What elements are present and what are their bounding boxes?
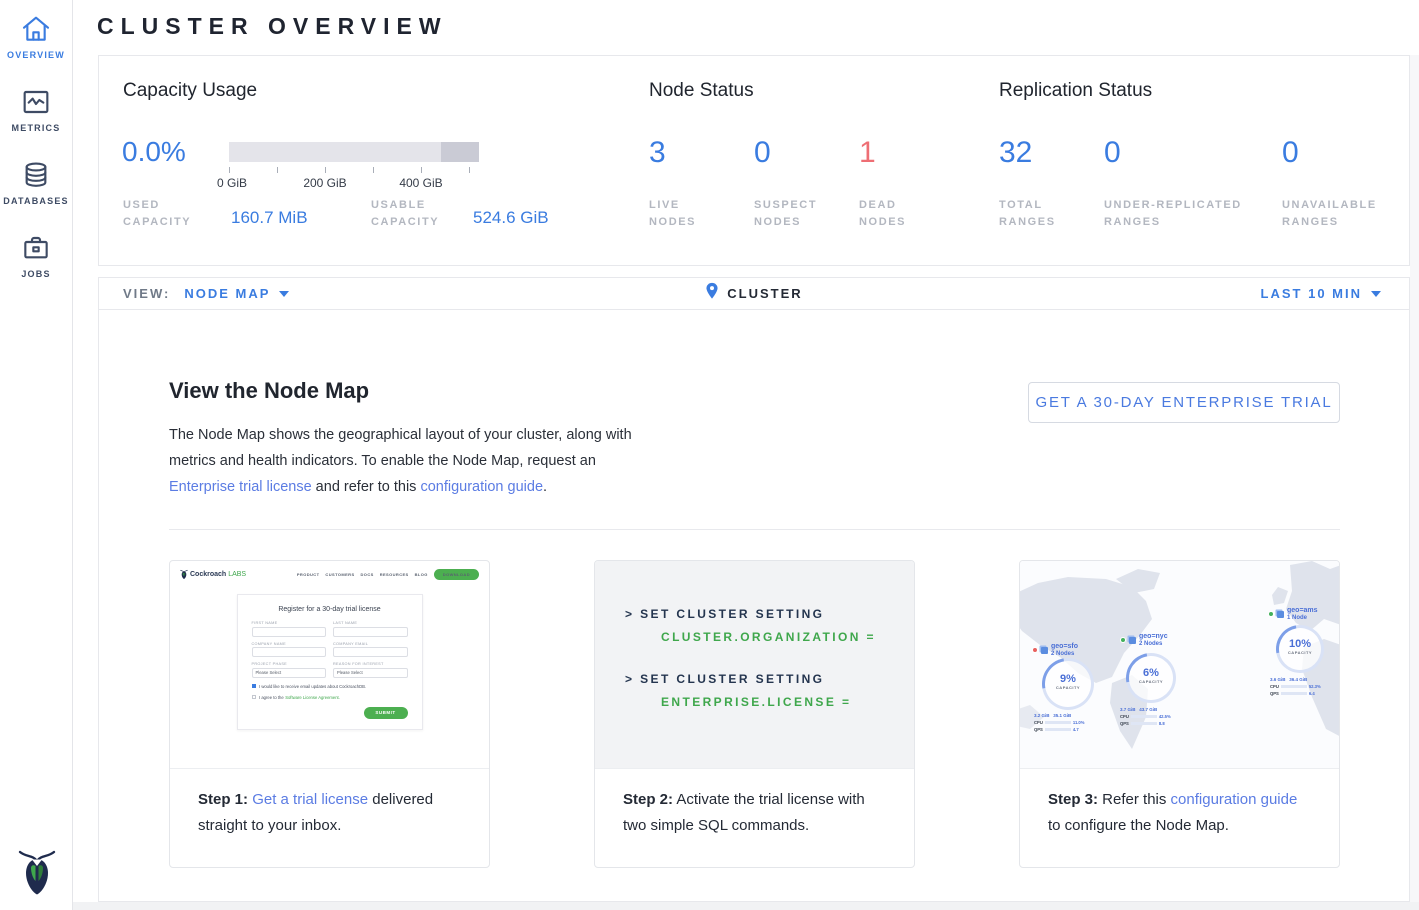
- under-replicated-ranges-label: UNDER-REPLICATED RANGES: [1104, 197, 1269, 231]
- unavailable-ranges-label: UNAVAILABLE RANGES: [1282, 197, 1402, 231]
- capacity-usage-title: Capacity Usage: [123, 80, 257, 102]
- step1-card: CockroachLABS PRODUCT CUSTOMERS DOCS RES…: [169, 560, 490, 868]
- sidebar-item-label: OVERVIEW: [0, 50, 73, 60]
- total-ranges-value: 32: [999, 136, 1032, 170]
- sql-prompt-line: > SET CLUSTER SETTING: [625, 672, 914, 686]
- sidebar-item-databases[interactable]: DATABASES: [0, 159, 73, 206]
- node-status-dot-green: [1268, 611, 1274, 617]
- gauge-tick-label-200: 200 GiB: [303, 176, 346, 190]
- get-enterprise-trial-button[interactable]: GET A 30-DAY ENTERPRISE TRIAL: [1028, 382, 1340, 423]
- mini-submit-button: SUBMIT: [364, 707, 408, 719]
- capacity-gauge: [229, 142, 479, 162]
- map-region-sfo: geo=sfo2 Nodes: [1032, 643, 1078, 657]
- databases-icon: [20, 159, 52, 191]
- step3-caption: Step 3: Refer this configuration guide t…: [1020, 769, 1339, 839]
- sidebar-item-label: JOBS: [0, 269, 73, 279]
- map-region-nyc: geo=nyc2 Nodes: [1120, 633, 1168, 647]
- sidebar-item-jobs[interactable]: JOBS: [0, 232, 73, 279]
- dead-nodes-label: DEAD NODES: [859, 197, 929, 231]
- view-label: VIEW:: [123, 286, 170, 301]
- chevron-down-icon: [1371, 291, 1381, 297]
- node-status-dot-green: [1120, 637, 1126, 643]
- suspect-nodes-label: SUSPECT NODES: [754, 197, 839, 231]
- mini-trial-form: Register for a 30-day trial license FIRS…: [237, 594, 423, 730]
- time-range-dropdown[interactable]: LAST 10 MIN: [1261, 286, 1409, 301]
- configuration-guide-link-step3[interactable]: configuration guide: [1171, 791, 1298, 808]
- suspect-nodes-value: 0: [754, 136, 771, 170]
- view-bar: VIEW: NODE MAP CLUSTER LAST 10 MIN: [98, 277, 1410, 310]
- node-cube-icon: [1041, 647, 1048, 654]
- jobs-icon: [20, 232, 52, 264]
- node-status-dot-red: [1032, 647, 1038, 653]
- enterprise-trial-license-link[interactable]: Enterprise trial license: [169, 479, 312, 495]
- configuration-guide-link[interactable]: configuration guide: [420, 479, 543, 495]
- live-nodes-label: LIVE NODES: [649, 197, 719, 231]
- step3-card: geo=sfo2 Nodes 9% CAPACITY 3.2 GiB 35.1 …: [1019, 560, 1340, 868]
- get-trial-license-link[interactable]: Get a trial license: [252, 791, 368, 808]
- mini-site-nav: PRODUCT CUSTOMERS DOCS RESOURCES BLOG DO…: [297, 569, 479, 580]
- replication-status-title: Replication Status: [999, 80, 1152, 102]
- cockroach-labs-mini-logo: CockroachLABS: [180, 569, 246, 580]
- step1-thumbnail: CockroachLABS PRODUCT CUSTOMERS DOCS RES…: [170, 561, 489, 769]
- gauge-tick-label-0: 0 GiB: [217, 176, 247, 190]
- unavailable-ranges-value: 0: [1282, 136, 1299, 170]
- cockroach-logo: [0, 849, 73, 897]
- map-region-ams: geo=ams1 Node: [1268, 607, 1318, 621]
- step2-caption: Step 2: Activate the trial license with …: [595, 769, 914, 839]
- sidebar-item-label: DATABASES: [0, 196, 73, 206]
- node-map-heading: View the Node Map: [169, 378, 369, 404]
- used-capacity-label: USED CAPACITY: [123, 197, 213, 231]
- sidebar-item-metrics[interactable]: METRICS: [0, 86, 73, 133]
- gauge-tick-label-400: 400 GiB: [399, 176, 442, 190]
- used-capacity-value: 160.7 MiB: [231, 208, 308, 228]
- capacity-gauge-reserved-segment: [441, 142, 479, 162]
- sql-setting-line: ENTERPRISE.LICENSE =: [661, 695, 914, 709]
- location-pin-icon: [705, 282, 719, 305]
- node-map-description: The Node Map shows the geographical layo…: [169, 422, 637, 500]
- live-nodes-value: 3: [649, 136, 666, 170]
- metrics-icon: [20, 86, 52, 118]
- bottom-scroll-strip: [73, 902, 1419, 910]
- capacity-used-percent: 0.0%: [122, 136, 186, 168]
- sql-prompt-line: > SET CLUSTER SETTING: [625, 607, 914, 621]
- sidebar-item-overview[interactable]: OVERVIEW: [0, 13, 73, 60]
- section-divider: [169, 529, 1340, 530]
- sql-setting-line: CLUSTER.ORGANIZATION =: [661, 630, 914, 644]
- usable-capacity-label: USABLE CAPACITY: [371, 197, 461, 231]
- node-cube-icon: [1129, 637, 1136, 644]
- node-cube-icon: [1277, 611, 1284, 618]
- page-title: CLUSTER OVERVIEW: [97, 13, 448, 40]
- total-ranges-label: TOTAL RANGES: [999, 197, 1069, 231]
- home-icon: [20, 13, 52, 45]
- chevron-down-icon: [279, 291, 289, 297]
- view-selector-dropdown[interactable]: NODE MAP: [184, 286, 289, 301]
- page-gutter: [1410, 55, 1419, 902]
- breadcrumb-cluster: CLUSTER: [727, 286, 802, 301]
- sidebar: OVERVIEW METRICS DATABASES JOBS: [0, 0, 73, 910]
- step2-card: > SET CLUSTER SETTING CLUSTER.ORGANIZATI…: [594, 560, 915, 868]
- mini-download-button: DOWNLOAD: [434, 569, 479, 580]
- step1-caption: Step 1: Get a trial license delivered st…: [170, 769, 489, 839]
- cluster-summary-panel: Capacity Usage 0.0% 0 GiB 200 GiB 400 Gi…: [98, 55, 1410, 266]
- step3-thumbnail: geo=sfo2 Nodes 9% CAPACITY 3.2 GiB 35.1 …: [1020, 561, 1339, 769]
- step2-thumbnail: > SET CLUSTER SETTING CLUSTER.ORGANIZATI…: [595, 561, 914, 769]
- node-status-title: Node Status: [649, 80, 754, 102]
- under-replicated-ranges-value: 0: [1104, 136, 1121, 170]
- dead-nodes-value: 1: [859, 136, 876, 170]
- sidebar-item-label: METRICS: [0, 123, 73, 133]
- usable-capacity-value: 524.6 GiB: [473, 208, 549, 228]
- node-map-panel: View the Node Map The Node Map shows the…: [98, 310, 1410, 902]
